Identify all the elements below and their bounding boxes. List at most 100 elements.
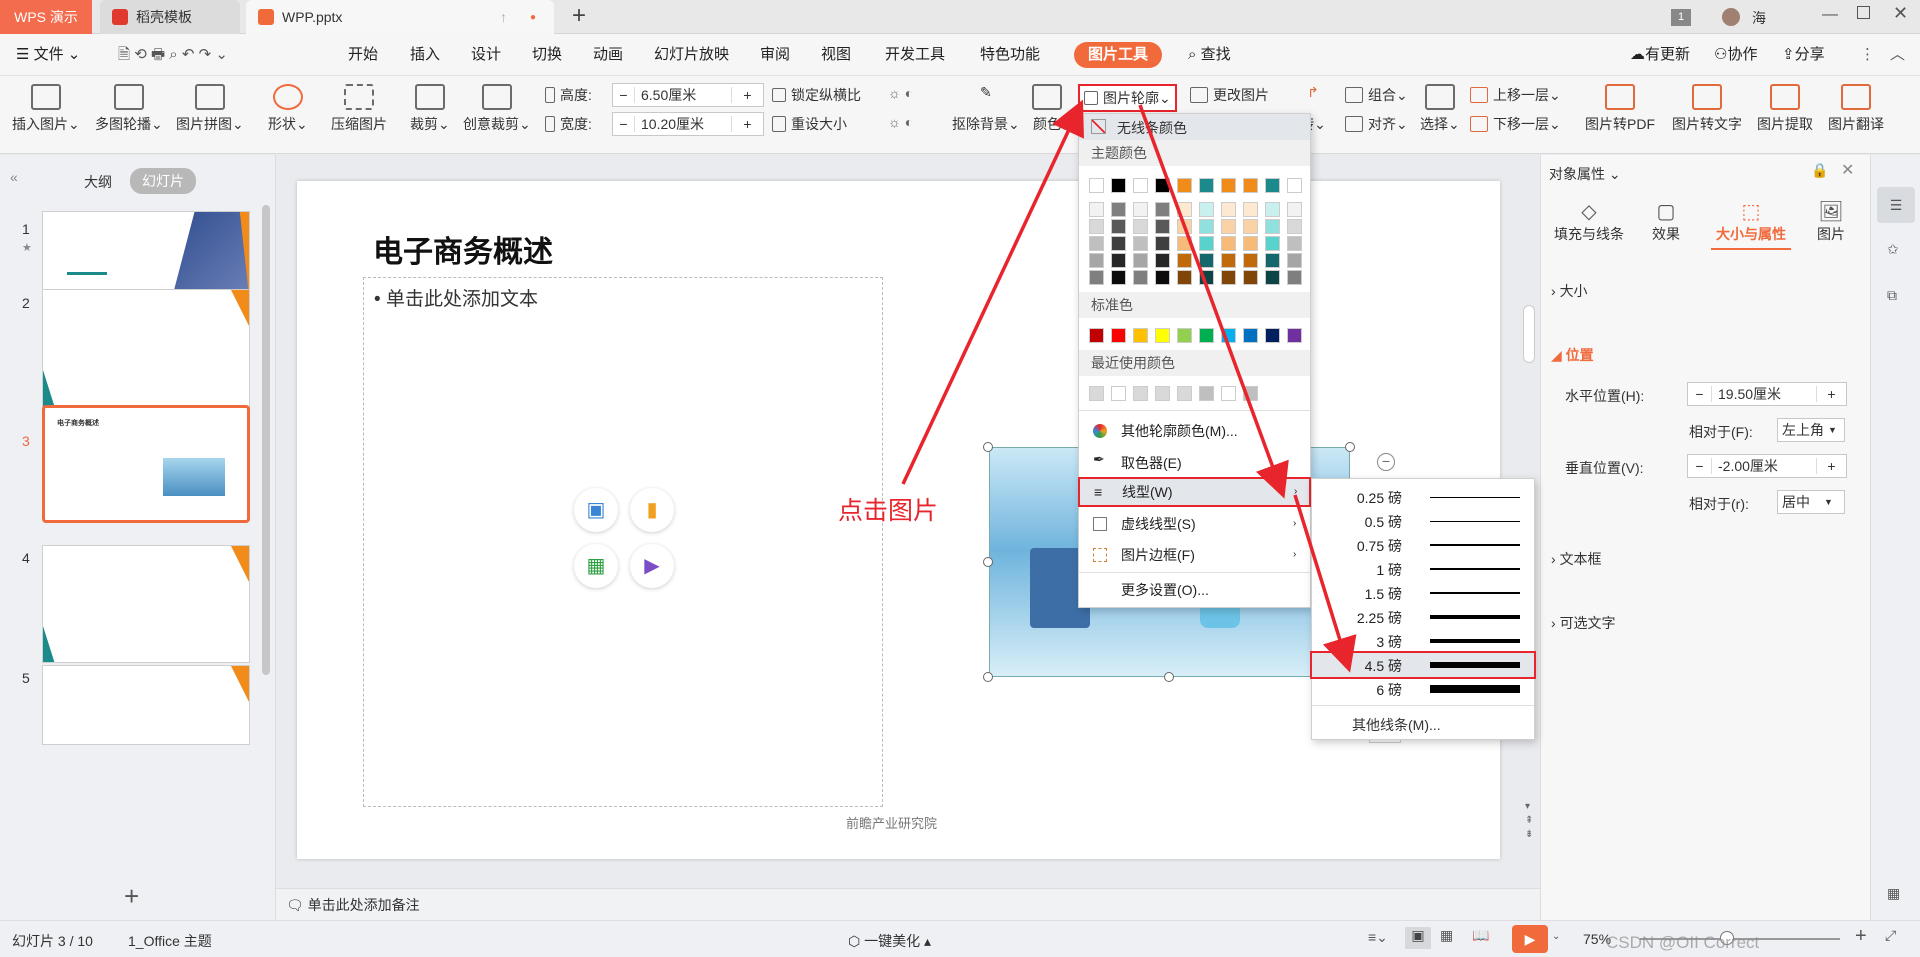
to-text-button[interactable]: 图片转文字 [1672, 84, 1742, 134]
theme-shade-swatch[interactable] [1199, 219, 1214, 234]
insert-image-icon[interactable]: ▣ [574, 488, 618, 532]
upload-icon[interactable]: ↑ [500, 9, 507, 25]
theme-color-swatch[interactable] [1133, 178, 1148, 193]
menu-insert[interactable]: 插入 [410, 34, 440, 76]
theme-shade-swatch[interactable] [1177, 219, 1192, 234]
width-stepper[interactable]: − 10.20厘米 + [612, 112, 764, 136]
theme-shade-swatch[interactable] [1243, 236, 1258, 251]
h-pos-input[interactable]: 19.50厘米 [1712, 384, 1816, 404]
theme-shade-swatch[interactable] [1221, 270, 1236, 285]
resize-handle-tl[interactable] [983, 442, 993, 452]
theme-shade-swatch[interactable] [1133, 270, 1148, 285]
height-stepper[interactable]: − 6.50厘米 + [612, 83, 764, 107]
group-button[interactable]: 组合 ⌄ [1345, 85, 1408, 105]
theme-shade-swatch[interactable] [1287, 236, 1302, 251]
theme-shade-swatch[interactable] [1199, 270, 1214, 285]
line-weight-item[interactable]: 1 磅 [1312, 557, 1534, 581]
reset-size-button[interactable]: 重设大小 [772, 114, 847, 134]
standard-color-swatch[interactable] [1155, 328, 1170, 343]
recent-color-swatch[interactable] [1155, 386, 1170, 401]
theme-color-swatch[interactable] [1287, 178, 1302, 193]
picture-outline-button[interactable]: 图片轮廓 ⌄ [1078, 84, 1177, 112]
width-input[interactable]: 10.20厘米 [635, 114, 731, 134]
resize-handle-ml[interactable] [983, 557, 993, 567]
standard-color-swatch[interactable] [1243, 328, 1258, 343]
theme-shade-swatch[interactable] [1199, 236, 1214, 251]
theme-shade-swatch[interactable] [1243, 270, 1258, 285]
zoom-out-picture-icon[interactable]: − [1377, 453, 1395, 471]
collab-button[interactable]: ⚇协作 [1714, 34, 1757, 76]
theme-shade-swatch[interactable] [1155, 202, 1170, 217]
theme-shade-swatch[interactable] [1265, 236, 1280, 251]
h-pos-decrease-button[interactable]: − [1688, 386, 1712, 402]
theme-color-swatch[interactable] [1265, 178, 1280, 193]
dash-style-item[interactable]: 虚线线型(S) › [1079, 509, 1310, 539]
theme-shade-swatch[interactable] [1287, 219, 1302, 234]
standard-color-swatch[interactable] [1221, 328, 1236, 343]
play-options-icon[interactable]: ⌄ [1552, 931, 1560, 942]
theme-shade-swatch[interactable] [1265, 202, 1280, 217]
width-decrease-button[interactable]: − [613, 116, 635, 132]
share-button[interactable]: ⇪分享 [1782, 34, 1825, 76]
v-pos-decrease-button[interactable]: − [1688, 458, 1712, 474]
notes-toggle-icon[interactable]: ≡⌄ [1368, 929, 1388, 946]
theme-shade-swatch[interactable] [1221, 236, 1236, 251]
to-pdf-button[interactable]: 图片转PDF [1585, 84, 1655, 134]
tab-fill-line[interactable]: ◇ 填充与线条 [1549, 199, 1629, 244]
section-textbox[interactable]: › 文本框 [1551, 549, 1602, 569]
standard-color-swatch[interactable] [1287, 328, 1302, 343]
animation-icon[interactable]: ✩ [1887, 241, 1899, 258]
insert-table-icon[interactable]: ▦ [574, 544, 618, 588]
slide-thumbnail-3-selected[interactable]: 电子商务概述 [42, 405, 250, 523]
collapse-ribbon-icon[interactable]: ︿ [1890, 34, 1905, 76]
slide-thumbnail-2[interactable] [42, 289, 250, 407]
theme-shade-swatch[interactable] [1155, 253, 1170, 268]
tab-document[interactable]: WPP.pptx ↑ ● [246, 0, 554, 34]
theme-shade-swatch[interactable] [1265, 253, 1280, 268]
theme-shade-swatch[interactable] [1155, 270, 1170, 285]
recent-color-swatch[interactable] [1221, 386, 1236, 401]
theme-name[interactable]: 1_Office 主题 [128, 931, 212, 951]
translate-button[interactable]: 图片翻译 [1828, 84, 1884, 134]
line-weight-item[interactable]: 0.25 磅 [1312, 485, 1534, 509]
line-weight-item[interactable]: 6 磅 [1312, 677, 1534, 701]
theme-shade-swatch[interactable] [1089, 202, 1104, 217]
width-increase-button[interactable]: + [731, 116, 763, 132]
theme-shade-swatch[interactable] [1243, 219, 1258, 234]
theme-shade-swatch[interactable] [1111, 236, 1126, 251]
picture-border-item[interactable]: 图片边框(F) › [1079, 540, 1310, 570]
tab-outline[interactable]: 大纲 [84, 172, 112, 192]
menu-view[interactable]: 视图 [821, 34, 851, 76]
line-weight-item[interactable]: 0.75 磅 [1312, 533, 1534, 557]
theme-shade-swatch[interactable] [1243, 253, 1258, 268]
theme-color-swatch[interactable] [1111, 178, 1126, 193]
theme-shade-swatch[interactable] [1287, 202, 1302, 217]
menu-transition[interactable]: 切换 [532, 34, 562, 76]
fit-window-icon[interactable]: ⤢ [1885, 927, 1896, 944]
theme-shade-swatch[interactable] [1265, 270, 1280, 285]
tab-effects[interactable]: ▢ 效果 [1641, 199, 1691, 244]
lock-ratio-checkbox[interactable]: 锁定纵横比 [772, 85, 861, 105]
beautify-button[interactable]: ⬡ 一键美化 ▴ [848, 931, 931, 951]
tab-slides[interactable]: 幻灯片 [130, 168, 196, 194]
theme-shade-swatch[interactable] [1089, 219, 1104, 234]
extract-button[interactable]: 图片提取 [1757, 84, 1813, 134]
properties-icon[interactable]: ☰ [1877, 187, 1915, 223]
play-slideshow-button[interactable]: ▶ [1512, 925, 1548, 953]
menu-slideshow[interactable]: 幻灯片放映 [654, 34, 729, 76]
theme-shade-swatch[interactable] [1177, 253, 1192, 268]
standard-color-swatch[interactable] [1177, 328, 1192, 343]
line-weight-item[interactable]: 3 磅 [1312, 629, 1534, 653]
line-weight-item[interactable]: 0.5 磅 [1312, 509, 1534, 533]
notes-bar[interactable]: 🗨 单击此处添加备注 [276, 888, 1540, 920]
quick-access-toolbar[interactable]: 🗎 ⟲ 🖶 ⌕ ↶ ↷ ⌄ [118, 34, 228, 76]
theme-color-swatch[interactable] [1155, 178, 1170, 193]
creative-crop-button[interactable]: 创意裁剪⌄ [463, 84, 531, 134]
slide-title[interactable]: 电子商务概述 [373, 227, 553, 271]
slide-thumbnail-5[interactable] [42, 665, 250, 745]
color-button[interactable]: 颜色 [1032, 84, 1062, 134]
close-panel-icon[interactable]: ✕ [1841, 160, 1854, 180]
h-pos-increase-button[interactable]: + [1816, 386, 1846, 402]
theme-shade-swatch[interactable] [1221, 202, 1236, 217]
section-alt-text[interactable]: › 可选文字 [1551, 613, 1616, 633]
